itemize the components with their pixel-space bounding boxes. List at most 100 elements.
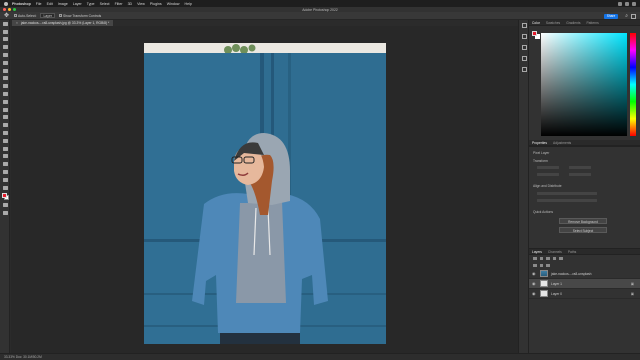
control-center-icon[interactable]: [632, 1, 636, 6]
type-tool[interactable]: [0, 153, 10, 161]
menu-plugins[interactable]: Plugins: [150, 2, 162, 6]
visibility-eye-icon[interactable]: ◉: [532, 291, 537, 296]
menu-type[interactable]: Type: [87, 2, 95, 6]
align-buttons-row[interactable]: [537, 192, 597, 195]
screen-mode-icon[interactable]: [0, 209, 10, 217]
y-field[interactable]: [569, 173, 591, 176]
move-tool[interactable]: [0, 20, 10, 28]
pen-tool[interactable]: [0, 145, 10, 153]
workspace-layout-icon[interactable]: [631, 13, 636, 19]
history-brush-tool[interactable]: [0, 106, 10, 114]
eyedropper-tool[interactable]: [0, 75, 10, 83]
marquee-tool[interactable]: [0, 36, 10, 44]
move-tool-icon[interactable]: ✥: [4, 13, 10, 19]
layer-name[interactable]: jake-nackos-...ra8-unsplash: [551, 272, 592, 276]
lock-all-icon[interactable]: [546, 263, 550, 268]
tab-properties[interactable]: Properties: [532, 140, 547, 145]
color-panel-foreground[interactable]: [532, 31, 537, 36]
lock-position-icon[interactable]: [539, 263, 543, 268]
search-icon[interactable]: ⌕: [625, 13, 628, 19]
crop-tool[interactable]: [0, 59, 10, 67]
right-panels: Color Swatches Gradients Patterns Proper…: [529, 20, 640, 353]
menu-3d[interactable]: 3D: [128, 2, 133, 6]
color-picker-field[interactable]: [541, 33, 627, 136]
healing-brush-tool[interactable]: [0, 82, 10, 90]
transform-section-label[interactable]: Transform: [533, 159, 548, 163]
width-field[interactable]: [537, 166, 559, 169]
minimize-window-icon[interactable]: [8, 8, 11, 11]
visibility-eye-icon[interactable]: ◉: [532, 271, 537, 276]
gradient-tool[interactable]: [0, 121, 10, 129]
tab-gradients[interactable]: Gradients: [566, 20, 580, 25]
x-field[interactable]: [537, 173, 559, 176]
menu-window[interactable]: Window: [167, 2, 180, 6]
layers-lock-toolbar: [529, 262, 640, 269]
frame-tool[interactable]: [0, 67, 10, 75]
tab-patterns[interactable]: Patterns: [586, 20, 598, 25]
clone-stamp-tool[interactable]: [0, 98, 10, 106]
battery-icon[interactable]: [625, 1, 629, 6]
layer-row-layer-1[interactable]: ◉ Layer 1 ▣: [529, 279, 640, 289]
dodge-tool[interactable]: [0, 137, 10, 145]
hue-slider[interactable]: [630, 33, 636, 136]
layer-row-photo[interactable]: ◉ jake-nackos-...ra8-unsplash: [529, 269, 640, 279]
tab-swatches[interactable]: Swatches: [546, 20, 560, 25]
layer-row-layer-0[interactable]: ◉ Layer 0 ▣: [529, 289, 640, 299]
menu-select[interactable]: Select: [100, 2, 110, 6]
menu-file[interactable]: File: [36, 2, 42, 6]
properties-panel: Pixel Layer Transform Align and Distribu…: [529, 146, 640, 260]
wifi-icon[interactable]: [618, 1, 622, 6]
hand-tool[interactable]: [0, 176, 10, 184]
tab-adjustments[interactable]: Adjustments: [553, 140, 571, 145]
filter-type-icon[interactable]: [546, 256, 550, 261]
zoom-tool[interactable]: [0, 184, 10, 192]
tab-color[interactable]: Color: [532, 20, 540, 25]
filter-pixel-icon[interactable]: [533, 256, 537, 261]
path-selection-tool[interactable]: [0, 160, 10, 168]
show-transform-checkbox[interactable]: Show Transform Controls: [58, 14, 101, 18]
menu-help[interactable]: Help: [185, 2, 192, 6]
eraser-tool[interactable]: [0, 114, 10, 122]
options-bar: ✥ Auto-Select: Layer Show Transform Cont…: [0, 12, 640, 20]
menu-app[interactable]: Photoshop: [12, 2, 31, 6]
tab-layers[interactable]: Layers: [532, 249, 542, 254]
lock-pixels-icon[interactable]: [533, 263, 537, 268]
distribute-buttons-row[interactable]: [537, 199, 597, 202]
brush-tool[interactable]: [0, 90, 10, 98]
height-field[interactable]: [569, 166, 591, 169]
blur-tool[interactable]: [0, 129, 10, 137]
share-button[interactable]: Share: [604, 13, 618, 19]
quick-selection-tool[interactable]: [0, 51, 10, 59]
close-tab-icon[interactable]: ×: [16, 21, 18, 25]
remove-background-button[interactable]: Remove Background: [559, 218, 607, 224]
align-section-label[interactable]: Align and Distribute: [533, 184, 562, 188]
zoom-window-icon[interactable]: [13, 8, 16, 11]
filter-shape-icon[interactable]: [552, 256, 556, 261]
apple-icon[interactable]: [4, 1, 8, 6]
quick-actions-label[interactable]: Quick Actions: [533, 210, 553, 214]
canvas-photo[interactable]: [144, 43, 386, 344]
menu-edit[interactable]: Edit: [47, 2, 53, 6]
visibility-eye-icon[interactable]: ◉: [532, 281, 537, 286]
close-window-icon[interactable]: [3, 8, 6, 11]
menu-image[interactable]: Image: [58, 2, 68, 6]
tab-channels[interactable]: Channels: [548, 249, 562, 254]
auto-select-checkbox[interactable]: Auto-Select:: [14, 14, 36, 18]
menu-layer[interactable]: Layer: [73, 2, 82, 6]
tab-paths[interactable]: Paths: [568, 249, 576, 254]
filter-smart-object-icon[interactable]: [559, 256, 563, 261]
foreground-color-swatch[interactable]: [1, 192, 7, 198]
artboard-tool[interactable]: [0, 28, 10, 36]
auto-select-dropdown[interactable]: Layer: [40, 13, 55, 18]
rectangle-tool[interactable]: [0, 168, 10, 176]
select-subject-button[interactable]: Select Subject: [559, 227, 607, 233]
layer-name[interactable]: Layer 1: [551, 282, 562, 286]
layer-thumbnail: [540, 270, 548, 277]
lasso-tool[interactable]: [0, 43, 10, 51]
quick-mask-icon[interactable]: [0, 202, 10, 210]
menu-view[interactable]: View: [137, 2, 145, 6]
filter-adjustment-icon[interactable]: [539, 256, 543, 261]
menu-filter[interactable]: Filter: [115, 2, 123, 6]
layer-name[interactable]: Layer 0: [551, 292, 562, 296]
color-swatches[interactable]: [0, 192, 10, 202]
